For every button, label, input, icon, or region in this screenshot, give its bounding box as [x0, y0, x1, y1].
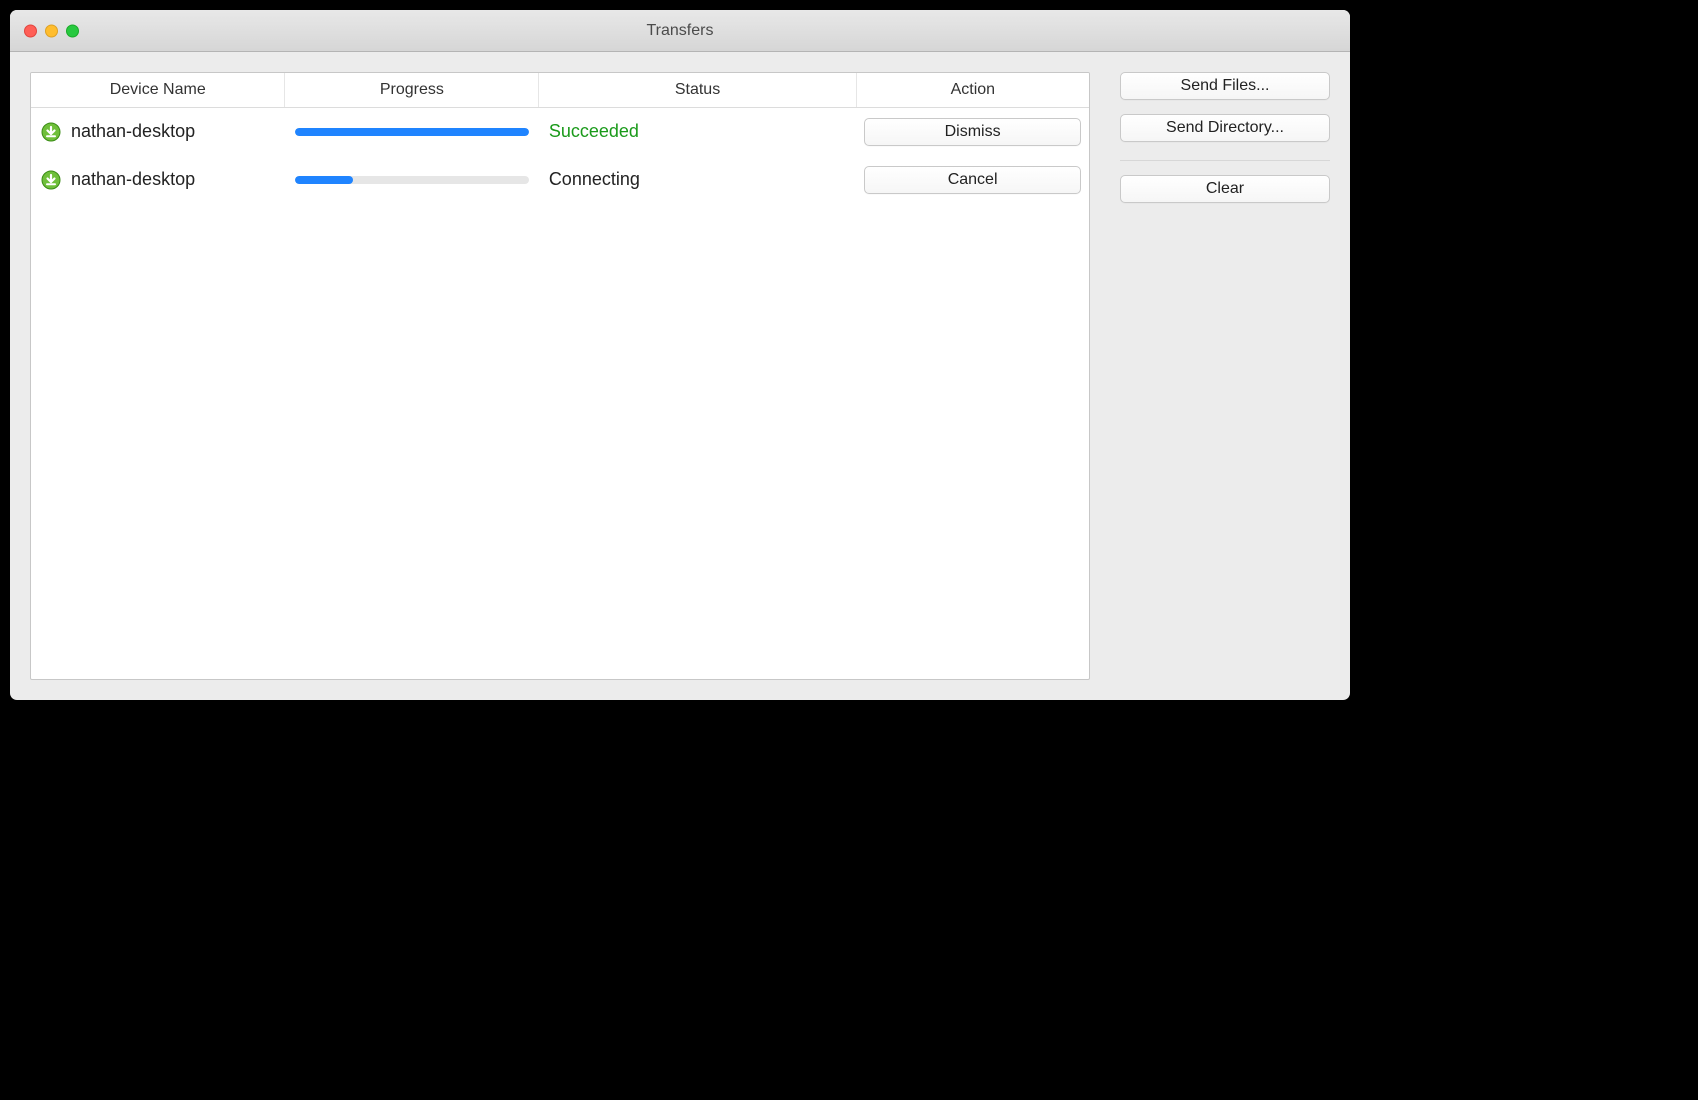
progress-cell: [285, 108, 539, 156]
download-arrow-icon: [41, 122, 61, 142]
action-cell: Dismiss: [856, 108, 1089, 156]
window-content: Device Name Progress Status Action natha…: [10, 52, 1350, 700]
maximize-window-button[interactable]: [66, 24, 79, 37]
column-header-status[interactable]: Status: [539, 73, 856, 108]
device-name-label: nathan-desktop: [71, 121, 195, 142]
sidebar-group-send: Send Files... Send Directory...: [1120, 72, 1330, 161]
progress-bar: [295, 176, 529, 184]
transfers-table-panel: Device Name Progress Status Action natha…: [30, 72, 1090, 680]
table-row[interactable]: nathan-desktop Succeeded Dismiss: [31, 108, 1089, 156]
sidebar: Send Files... Send Directory... Clear: [1120, 72, 1330, 680]
window-title: Transfers: [10, 22, 1350, 40]
progress-bar-fill: [295, 128, 529, 136]
cancel-button[interactable]: Cancel: [864, 166, 1081, 194]
transfers-table: Device Name Progress Status Action natha…: [31, 73, 1089, 204]
column-header-action[interactable]: Action: [856, 73, 1089, 108]
device-cell: nathan-desktop: [31, 108, 285, 156]
progress-bar-fill: [295, 176, 353, 184]
download-arrow-icon: [41, 170, 61, 190]
titlebar[interactable]: Transfers: [10, 10, 1350, 52]
status-label: Succeeded: [539, 108, 856, 156]
traffic-lights: [24, 24, 79, 37]
device-name-label: nathan-desktop: [71, 169, 195, 190]
send-directory-button[interactable]: Send Directory...: [1120, 114, 1330, 142]
device-cell: nathan-desktop: [31, 156, 285, 204]
minimize-window-button[interactable]: [45, 24, 58, 37]
action-cell: Cancel: [856, 156, 1089, 204]
table-row[interactable]: nathan-desktop Connecting Cancel: [31, 156, 1089, 204]
close-window-button[interactable]: [24, 24, 37, 37]
progress-cell: [285, 156, 539, 204]
progress-bar: [295, 128, 529, 136]
send-files-button[interactable]: Send Files...: [1120, 72, 1330, 100]
status-label: Connecting: [539, 156, 856, 204]
clear-button[interactable]: Clear: [1120, 175, 1330, 203]
column-header-progress[interactable]: Progress: [285, 73, 539, 108]
transfers-window: Transfers Device Name Progress Status Ac…: [10, 10, 1350, 700]
column-header-device[interactable]: Device Name: [31, 73, 285, 108]
dismiss-button[interactable]: Dismiss: [864, 118, 1081, 146]
